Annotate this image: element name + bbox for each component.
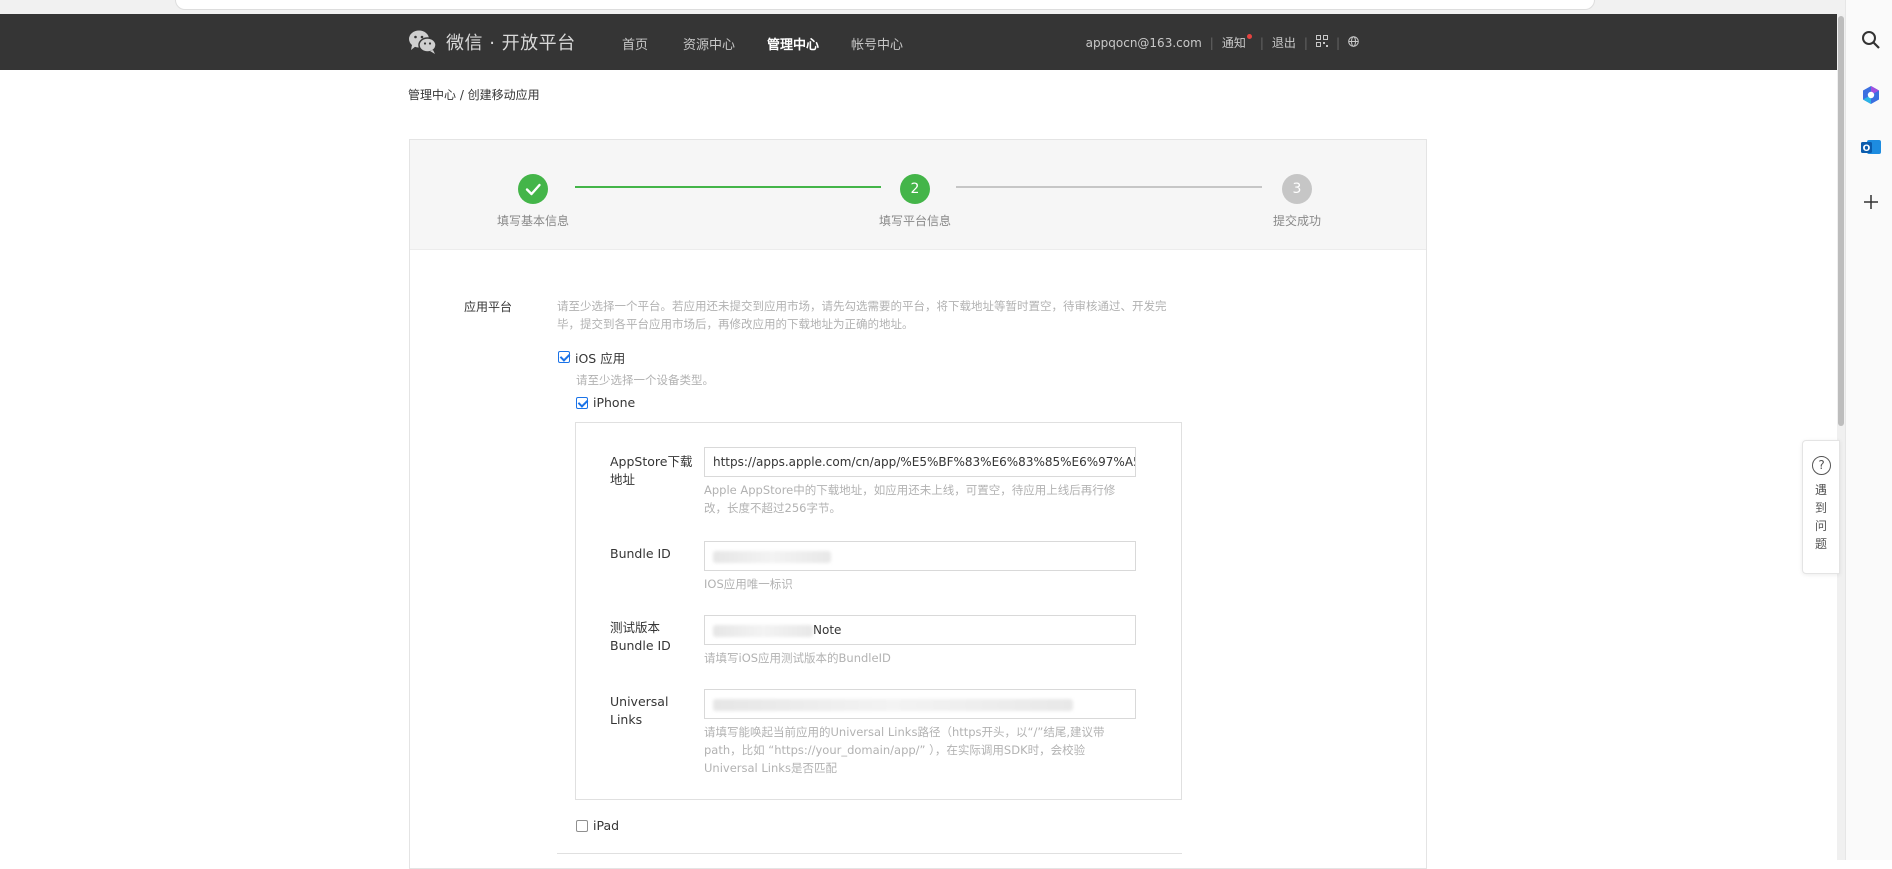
appstore-label: AppStore下载地址 <box>610 454 693 487</box>
user-toolbar: appqocn@163.com | 通知 | 退出 | | <box>1086 34 1359 51</box>
device-tip: 请至少选择一个设备类型。 <box>576 373 714 387</box>
question-icon: ? <box>1812 456 1831 475</box>
step-3-label: 提交成功 <box>1272 214 1321 228</box>
browser-address-strip <box>0 0 1845 14</box>
step-2-label: 填写平台信息 <box>878 214 951 228</box>
step-2-circle: 2 <box>900 174 930 204</box>
nav-home[interactable]: 首页 <box>622 34 648 53</box>
outlook-icon[interactable]: O <box>1860 136 1882 158</box>
step-1-check-icon <box>518 174 548 204</box>
copilot-icon[interactable] <box>1860 84 1882 106</box>
qrcode-icon[interactable] <box>1315 35 1328 50</box>
nav-account-center[interactable]: 帐号中心 <box>851 34 903 53</box>
search-icon[interactable] <box>1860 30 1882 52</box>
top-navbar: 微信 · 开放平台 首页 资源中心 管理中心 帐号中心 appqocn@163.… <box>0 14 1845 70</box>
add-icon[interactable] <box>1860 193 1882 215</box>
help-widget[interactable]: ? 遇到问题 <box>1802 440 1840 574</box>
logout-link[interactable]: 退出 <box>1272 34 1296 51</box>
test-bundle-id-label: 测试版本 Bundle ID <box>610 620 671 653</box>
globe-icon[interactable] <box>1348 35 1359 50</box>
appstore-tip: Apple AppStore中的下载地址，如应用还未上线，可置空，待应用上线后再… <box>704 483 1116 515</box>
step-3-circle: 3 <box>1282 174 1312 204</box>
iphone-settings-box: AppStore下载地址 https://apps.apple.com/cn/a… <box>575 422 1182 800</box>
test-bundle-id-value: Note <box>813 623 842 637</box>
test-bundle-id-tip: 请填写iOS应用测试版本的BundleID <box>704 651 891 665</box>
step-connector-done <box>575 186 881 188</box>
ios-checkbox[interactable] <box>558 351 570 363</box>
help-text: 遇到问题 <box>1815 483 1828 551</box>
bundle-id-label: Bundle ID <box>610 546 671 561</box>
wechat-icon <box>408 28 438 56</box>
redacted-text <box>713 698 1073 711</box>
scrollbar-thumb[interactable] <box>1838 16 1844 426</box>
progress-steps: 填写基本信息 2 填写平台信息 3 提交成功 <box>410 140 1426 250</box>
account-email[interactable]: appqocn@163.com <box>1086 36 1202 50</box>
bundle-id-input[interactable] <box>704 541 1136 571</box>
step-1-label: 填写基本信息 <box>496 214 569 228</box>
separator: | <box>1259 35 1264 50</box>
universal-links-label: Universal Links <box>610 694 669 727</box>
redacted-text <box>713 550 831 563</box>
ipad-checkbox[interactable] <box>576 820 588 832</box>
separator: | <box>1335 35 1340 50</box>
nav-management-center[interactable]: 管理中心 <box>767 34 819 53</box>
appstore-url-input[interactable]: https://apps.apple.com/cn/app/%E5%BF%83%… <box>704 447 1136 477</box>
logo-text: 微信 · 开放平台 <box>446 33 576 54</box>
breadcrumb: 管理中心 / 创建移动应用 <box>408 88 540 102</box>
iphone-checkbox[interactable] <box>576 397 588 409</box>
universal-links-tip: 请填写能唤起当前应用的Universal Links路径（https开头，以“/… <box>704 725 1105 775</box>
notify-label: 通知 <box>1221 36 1246 50</box>
test-bundle-id-input[interactable]: Note <box>704 615 1136 645</box>
ipad-label[interactable]: iPad <box>593 818 619 833</box>
step-connector-pending <box>956 186 1262 188</box>
notify-link[interactable]: 通知 <box>1222 34 1252 51</box>
browser-side-rail <box>1845 0 1892 860</box>
notify-dot-icon <box>1246 34 1252 39</box>
ios-label[interactable]: iOS 应用 <box>575 348 625 367</box>
page-scrollbar[interactable] <box>1837 14 1845 860</box>
platform-tip: 请至少选择一个平台。若应用还未提交到应用市场，请先勾选需要的平台，将下载地址等暂… <box>557 299 1167 331</box>
universal-links-input[interactable] <box>704 689 1136 719</box>
browser-address-bar[interactable] <box>175 0 1595 10</box>
bundle-id-tip: IOS应用唯一标识 <box>704 577 793 591</box>
wechat-logo[interactable]: 微信 · 开放平台 <box>408 28 576 56</box>
iphone-label[interactable]: iPhone <box>593 395 635 410</box>
svg-text:O: O <box>1863 144 1871 154</box>
separator: | <box>1303 35 1308 50</box>
redacted-text <box>713 624 813 637</box>
platform-label: 应用平台 <box>464 300 513 314</box>
separator: | <box>1209 35 1214 50</box>
nav-resource-center[interactable]: 资源中心 <box>683 34 735 53</box>
section-divider <box>557 853 1182 854</box>
